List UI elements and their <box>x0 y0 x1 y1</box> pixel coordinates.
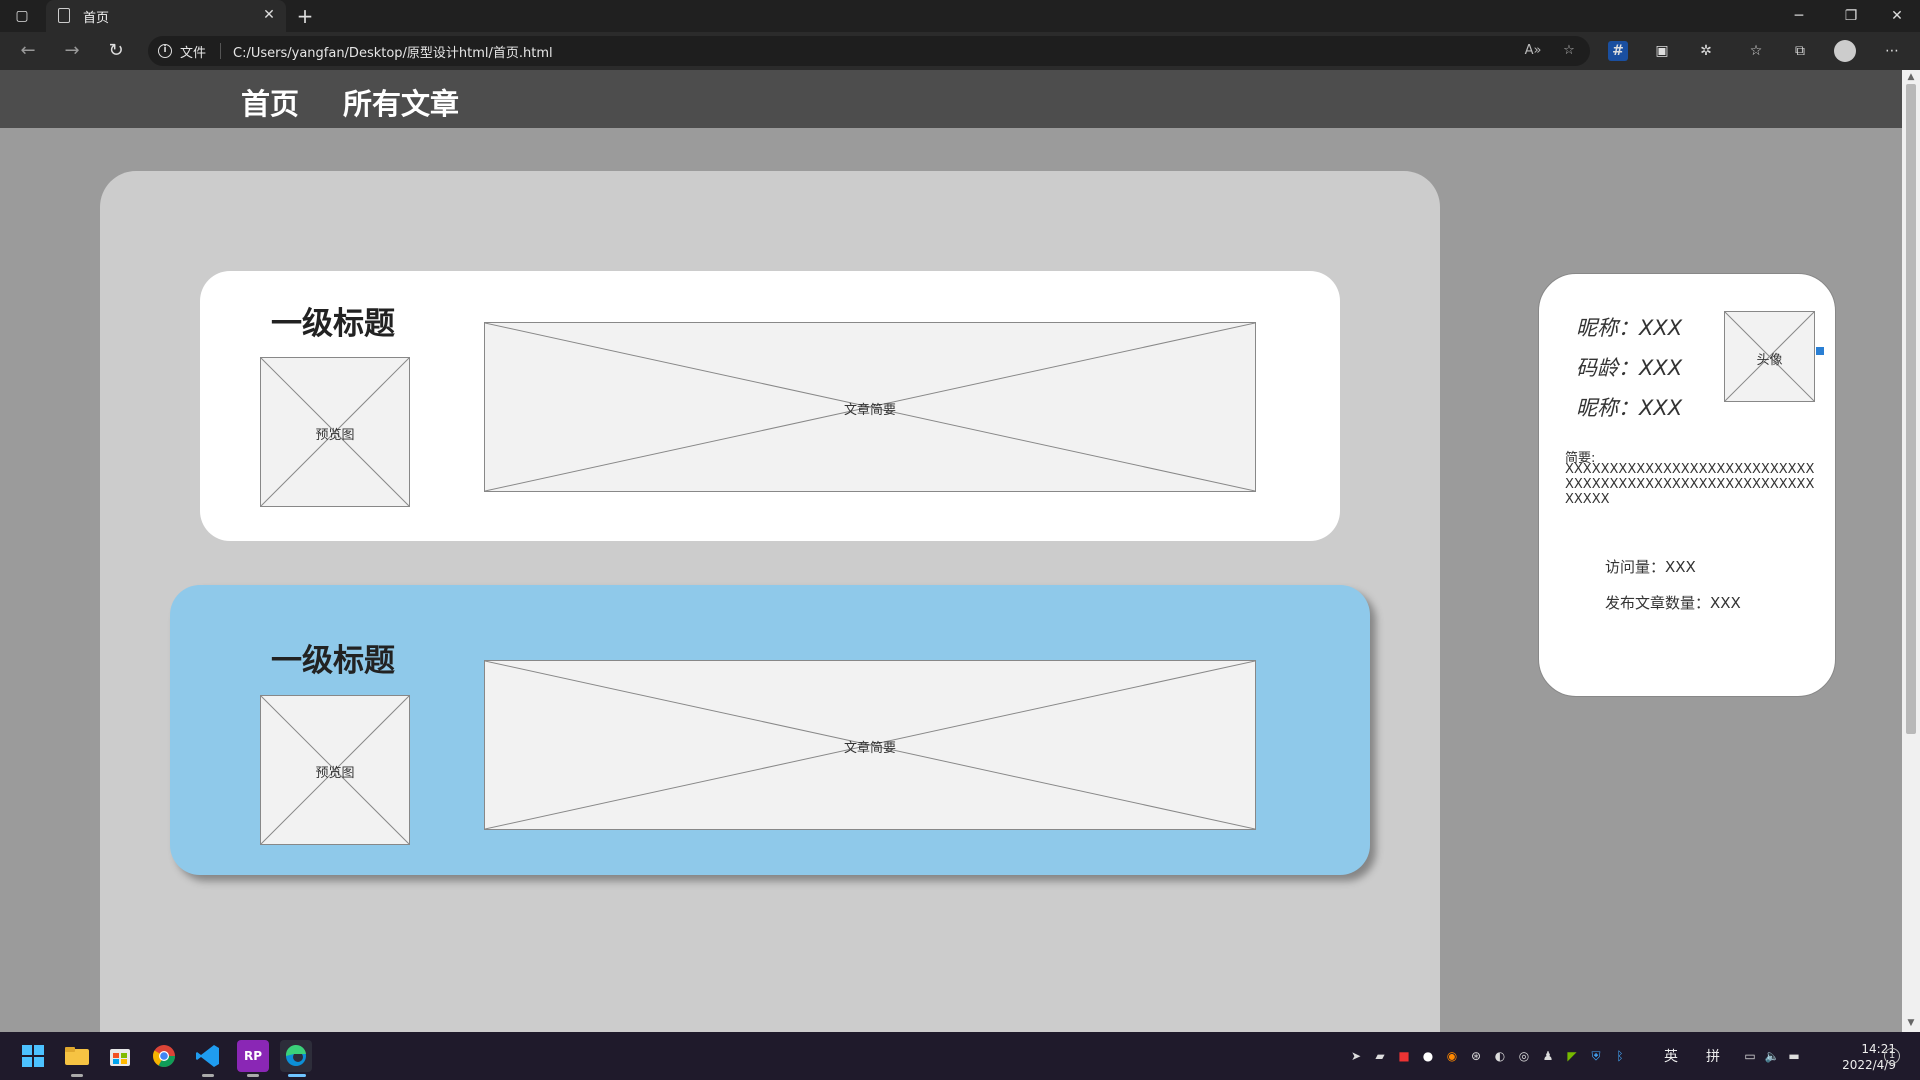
profile-card: 昵称：XXX 码龄：XXX 昵称：XXX 头像 简要: XXXXXXXXXXXX… <box>1538 273 1836 697</box>
close-window-button[interactable]: ✕ <box>1880 4 1914 28</box>
app-running-indicator <box>71 1074 83 1077</box>
coding-age-label: 码龄：XXX <box>1576 356 1683 380</box>
article-summary: 文章简要 <box>484 660 1256 830</box>
tab-title: 首页 <box>83 11 110 26</box>
tray-app-icon[interactable]: ▰ <box>1372 1048 1388 1064</box>
tab-bar: ▢ 首页 ✕ + ─ ❐ ✕ <box>0 0 1920 32</box>
info-icon[interactable]: i <box>158 44 172 58</box>
notification-badge[interactable]: 1 <box>1884 1048 1900 1064</box>
restore-button[interactable]: ❐ <box>1834 4 1868 28</box>
articles-count-stat: 发布文章数量：XXX <box>1605 594 1741 612</box>
url-text[interactable]: C:/Users/yangfan/Desktop/原型设计html/首页.htm… <box>233 42 553 61</box>
avatar-image: 头像 <box>1724 311 1825 402</box>
preview-image: 预览图 <box>260 357 410 507</box>
article-card-hover[interactable]: 一级标题 预览图 文章简要 <box>170 585 1370 875</box>
network-icon[interactable]: ▭ <box>1742 1048 1758 1064</box>
axure-rp-icon[interactable]: RP <box>237 1040 269 1072</box>
page-viewport: 首页 所有文章 一级标题 预览图 文章简要 一级标题 预览图 文章简要 昵称：X… <box>0 70 1902 1032</box>
app-running-indicator <box>247 1074 259 1077</box>
chrome-icon[interactable] <box>148 1040 180 1072</box>
battery-icon[interactable]: ▬ <box>1786 1048 1802 1064</box>
article-title[interactable]: 一级标题 <box>271 298 395 343</box>
scroll-up-icon[interactable]: ▲ <box>1906 72 1916 82</box>
back-button[interactable]: ← <box>16 39 40 63</box>
summary-label: 文章简要 <box>843 403 896 418</box>
favorites-icon[interactable]: ☆ <box>1746 41 1766 61</box>
tray-app-icon[interactable]: ◐ <box>1492 1048 1508 1064</box>
article-list-panel: 一级标题 预览图 文章简要 一级标题 预览图 文章简要 <box>100 171 1440 1032</box>
more-icon[interactable]: ⋯ <box>1882 41 1902 61</box>
scroll-thumb[interactable] <box>1906 84 1916 734</box>
article-card[interactable]: 一级标题 预览图 文章简要 <box>200 271 1340 541</box>
edge-icon[interactable] <box>280 1040 312 1072</box>
page-scrollbar[interactable]: ▲ ▼ <box>1902 70 1920 1032</box>
note-marker-icon <box>1815 346 1825 356</box>
wechat-icon[interactable]: ● <box>1420 1048 1436 1064</box>
profile-icon[interactable] <box>1834 40 1856 62</box>
tray-app-icon[interactable]: ⊛ <box>1468 1048 1484 1064</box>
profile-summary-text: XXXXXXXXXXXXXXXXXXXXXXXXXXXXXXXXXXXXXXXX… <box>1565 462 1815 507</box>
preview-label: 预览图 <box>315 428 355 443</box>
qq-icon[interactable]: ♟ <box>1540 1048 1556 1064</box>
windows-start-icon[interactable] <box>17 1040 49 1072</box>
url-scheme-label: 文件 <box>180 46 207 61</box>
tray-app-icon[interactable]: ◉ <box>1444 1048 1460 1064</box>
article-title[interactable]: 一级标题 <box>271 635 395 680</box>
address-bar[interactable]: i 文件 C:/Users/yangfan/Desktop/原型设计html/首… <box>148 36 1590 66</box>
tray-arrow-icon[interactable]: ➤ <box>1348 1048 1364 1064</box>
page-icon <box>58 8 70 23</box>
file-explorer-icon[interactable] <box>61 1040 93 1072</box>
summary-label: 文章简要 <box>843 741 896 756</box>
collections-icon[interactable]: ⧉ <box>1790 41 1810 61</box>
volume-icon[interactable]: 🔈 <box>1764 1048 1780 1064</box>
tab-close-icon[interactable]: ✕ <box>260 6 278 24</box>
extensions-icon[interactable]: ✲ <box>1696 41 1716 61</box>
nickname-label: 昵称：XXX <box>1576 316 1683 340</box>
article-summary: 文章简要 <box>484 322 1256 492</box>
bluetooth-icon[interactable]: ᛒ <box>1612 1048 1628 1064</box>
nav-all-articles-link[interactable]: 所有文章 <box>343 81 459 123</box>
forward-button[interactable]: → <box>60 39 84 63</box>
refresh-button[interactable]: ↻ <box>104 39 128 63</box>
ime-mode[interactable]: 拼 <box>1706 1046 1720 1066</box>
new-tab-button[interactable]: + <box>294 5 316 27</box>
nav-home-link[interactable]: 首页 <box>241 81 299 123</box>
store-icon[interactable] <box>104 1040 136 1072</box>
browser-tab[interactable]: 首页 ✕ <box>46 0 286 32</box>
preview-label: 预览图 <box>315 766 355 781</box>
app-active-indicator <box>288 1074 306 1077</box>
tab-actions-icon[interactable]: ▢ <box>12 7 32 25</box>
steam-icon[interactable]: ◎ <box>1516 1048 1532 1064</box>
visits-stat: 访问量：XXX <box>1605 558 1696 576</box>
nickname-label-2: 昵称：XXX <box>1576 396 1683 420</box>
url-separator <box>220 43 221 59</box>
ime-language[interactable]: 英 <box>1664 1046 1678 1066</box>
nvidia-icon[interactable]: ◤ <box>1564 1048 1580 1064</box>
preview-image: 预览图 <box>260 695 410 845</box>
tray-app-icon[interactable]: ■ <box>1396 1048 1412 1064</box>
add-favorite-icon[interactable]: ☆ <box>1560 42 1578 60</box>
security-icon[interactable]: ⛨ <box>1588 1048 1604 1064</box>
app-running-indicator <box>202 1074 214 1077</box>
taskbar: RP ➤ ▰ ■ ● ◉ ⊛ ◐ ◎ ♟ ◤ ⛨ ᛒ 英 拼 ▭ 🔈 ▬ 14:… <box>0 1032 1920 1080</box>
extension-hash-icon[interactable]: # <box>1608 41 1628 61</box>
minimize-button[interactable]: ─ <box>1782 4 1816 28</box>
read-aloud-icon[interactable]: A» <box>1524 42 1542 60</box>
extension-box-icon[interactable]: ▣ <box>1652 41 1672 61</box>
avatar-label: 头像 <box>1756 353 1783 368</box>
site-nav: 首页 所有文章 <box>0 70 1902 128</box>
vscode-icon[interactable] <box>192 1040 224 1072</box>
browser-toolbar: ← → ↻ i 文件 C:/Users/yangfan/Desktop/原型设计… <box>0 32 1920 70</box>
scroll-down-icon[interactable]: ▼ <box>1906 1018 1916 1028</box>
